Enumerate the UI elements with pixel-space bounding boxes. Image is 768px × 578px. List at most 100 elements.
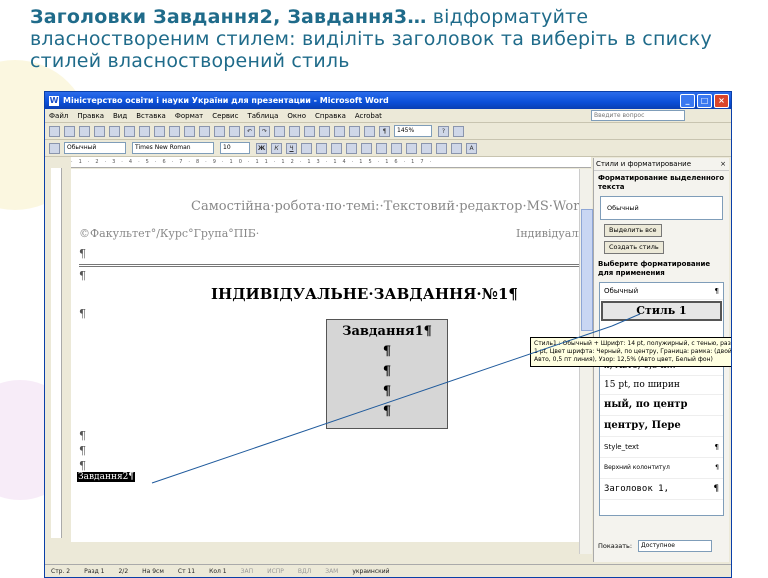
paste-icon[interactable] <box>214 125 225 137</box>
box-title: Завдання1¶ <box>342 324 432 339</box>
menu-acrobat[interactable]: Acrobat <box>355 112 382 120</box>
menu-insert[interactable]: Вставка <box>136 112 166 120</box>
numbering-icon[interactable] <box>376 142 387 154</box>
document-map-icon[interactable] <box>364 125 375 137</box>
new-document-icon[interactable] <box>49 125 60 137</box>
standard-toolbar: ↶ ↷ ¶ 145% ? <box>45 123 731 140</box>
decrease-indent-icon[interactable] <box>406 142 417 154</box>
paragraph-mark: ¶ <box>79 444 86 457</box>
menu-help[interactable]: Справка <box>315 112 346 120</box>
style-item[interactable]: ный, по центр <box>600 395 723 416</box>
help-search-input[interactable]: Введите вопрос <box>591 110 685 121</box>
style-item-heading1[interactable]: Заголовок 1, ¶ <box>600 479 723 500</box>
vertical-ruler <box>51 168 62 538</box>
minimize-button[interactable]: _ <box>680 93 695 108</box>
italic-icon[interactable]: К <box>271 142 282 154</box>
border-icon[interactable] <box>436 142 447 154</box>
save-icon[interactable] <box>79 125 90 137</box>
font-size-select[interactable]: 10 <box>220 142 250 154</box>
current-format-label: Форматирование выделенного текста <box>598 174 725 191</box>
paragraph-mark: ¶ <box>79 269 86 282</box>
bullets-icon[interactable] <box>391 142 402 154</box>
pane-close-icon[interactable]: × <box>720 160 726 168</box>
window-title: Міністерство освіти і науки України для … <box>63 96 389 105</box>
undo-icon[interactable]: ↶ <box>244 125 255 137</box>
reading-icon[interactable] <box>453 125 464 137</box>
menu-edit[interactable]: Правка <box>77 112 104 120</box>
style-item-style1[interactable]: Стиль 1 <box>601 301 722 321</box>
insert-excel-icon[interactable] <box>319 125 330 137</box>
select-all-button[interactable]: Выделить все <box>604 224 662 237</box>
close-button[interactable]: × <box>714 93 729 108</box>
current-style-box[interactable]: Обычный <box>600 196 723 220</box>
status-column: Кол 1 <box>209 567 227 575</box>
print-preview-icon[interactable] <box>139 125 150 137</box>
menu-tools[interactable]: Сервис <box>212 112 238 120</box>
horizontal-ruler: ·1·2·3·4·5·6·7·8·9·10·11·12·13·14·15·16·… <box>71 157 591 168</box>
box-mark: ¶ <box>382 384 392 399</box>
permission-icon[interactable] <box>94 125 105 137</box>
underline-icon[interactable]: Ч <box>286 142 297 154</box>
menu-table[interactable]: Таблица <box>247 112 278 120</box>
title-bar: W Міністерство освіти і науки України дл… <box>45 92 731 109</box>
document-page[interactable]: Самостійна·робота·по·темі:·Текстовий·ред… <box>71 169 581 542</box>
highlight-icon[interactable] <box>451 142 462 154</box>
style-item[interactable]: центру, Пере <box>600 416 723 437</box>
redo-icon[interactable]: ↷ <box>259 125 270 137</box>
status-section: Разд 1 <box>84 567 105 575</box>
drawing-icon[interactable] <box>349 125 360 137</box>
format-painter-icon[interactable] <box>229 125 240 137</box>
spelling-icon[interactable] <box>154 125 165 137</box>
maximize-button[interactable]: □ <box>697 93 712 108</box>
font-select[interactable]: Times New Roman <box>132 142 214 154</box>
new-style-button[interactable]: Создать стиль <box>604 241 664 254</box>
status-trk: ИСПР <box>267 567 284 575</box>
align-right-icon[interactable] <box>331 142 342 154</box>
line-spacing-icon[interactable] <box>361 142 372 154</box>
show-row: Показать: Доступное <box>598 540 718 552</box>
research-icon[interactable] <box>169 125 180 137</box>
header-left: ©Факультет°/Курс°Група°ПІБ· <box>79 227 260 240</box>
show-select[interactable]: Доступное <box>638 540 713 552</box>
email-icon[interactable] <box>109 125 120 137</box>
tables-borders-icon[interactable] <box>289 125 300 137</box>
selected-heading-text[interactable]: Завдання2¶ <box>77 472 136 482</box>
style-item-style-text[interactable]: Style_text ¶ <box>600 437 723 458</box>
cut-icon[interactable] <box>184 125 195 137</box>
open-folder-icon[interactable] <box>64 125 75 137</box>
help-icon[interactable]: ? <box>438 125 449 137</box>
style-item-normal[interactable]: Обычный ¶ <box>600 283 723 300</box>
hyperlink-icon[interactable] <box>274 125 285 137</box>
style-item-label: Style_text <box>604 443 639 451</box>
scrollbar-thumb[interactable] <box>581 209 593 331</box>
style-item-header[interactable]: Верхний колонтитул ¶ <box>600 458 723 479</box>
style-select[interactable]: Обычный <box>64 142 126 154</box>
justify-icon[interactable] <box>346 142 357 154</box>
print-icon[interactable] <box>124 125 135 137</box>
increase-indent-icon[interactable] <box>421 142 432 154</box>
zoom-select[interactable]: 145% <box>394 125 432 137</box>
header-title: Самостійна·робота·по·темі:·Текстовий·ред… <box>191 199 581 214</box>
formatting-toolbar: Обычный Times New Roman 10 Ж К Ч A <box>45 140 731 157</box>
task1-styled-box: Завдання1¶ ¶ ¶ ¶ ¶ <box>326 319 448 429</box>
copy-icon[interactable] <box>199 125 210 137</box>
style-item[interactable]: 15 pt, по ширин <box>600 376 723 395</box>
show-hide-icon[interactable]: ¶ <box>379 125 390 137</box>
bold-icon[interactable]: Ж <box>256 142 267 154</box>
insert-table-icon[interactable] <box>304 125 315 137</box>
menu-window[interactable]: Окно <box>287 112 306 120</box>
menu-format[interactable]: Формат <box>175 112 203 120</box>
align-left-icon[interactable] <box>301 142 312 154</box>
pilcrow-icon: ¶ <box>713 484 719 494</box>
status-ext: ВДЛ <box>297 567 312 575</box>
columns-icon[interactable] <box>334 125 345 137</box>
font-color-icon[interactable]: A <box>466 142 477 154</box>
caption-bold: Заголовки Завдання2, Завдання3… <box>30 6 427 28</box>
status-position: На 9см <box>142 567 164 575</box>
menu-view[interactable]: Вид <box>113 112 127 120</box>
box-mark: ¶ <box>382 364 392 379</box>
style-item-label: ный, по центр <box>604 399 688 410</box>
styles-pane-icon[interactable] <box>49 142 60 154</box>
align-center-icon[interactable] <box>316 142 327 154</box>
menu-file[interactable]: Файл <box>49 112 68 120</box>
